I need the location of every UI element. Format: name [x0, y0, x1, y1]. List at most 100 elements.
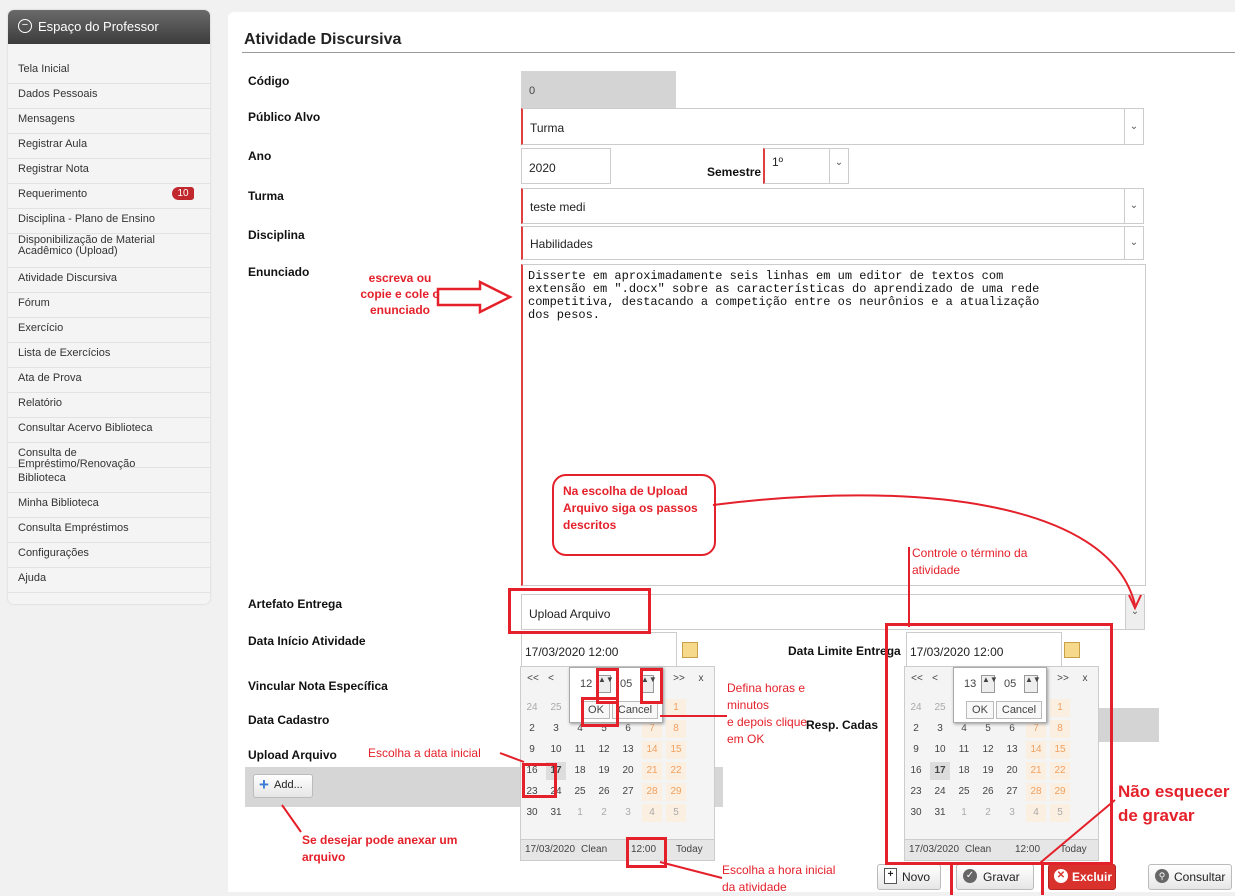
excluir-button[interactable]: ✕ Excluir: [1048, 864, 1116, 890]
calendar-day[interactable]: 3: [618, 804, 638, 822]
sidebar-item[interactable]: Biblioteca: [8, 467, 210, 493]
novo-button[interactable]: + Novo: [877, 864, 941, 890]
sidebar-item[interactable]: Consultar Acervo Biblioteca: [8, 417, 210, 443]
sidebar-item[interactable]: Ata de Prova: [8, 367, 210, 393]
turma-select[interactable]: teste medi ⌄: [521, 188, 1144, 224]
calendar-nav-button[interactable]: <: [543, 673, 559, 684]
codigo-value: 0: [529, 85, 536, 97]
calendar-day[interactable]: 28: [642, 783, 662, 801]
sidebar-item-label: Ata de Prova: [18, 372, 82, 384]
sidebar-item-label: Atividade Discursiva: [18, 272, 118, 284]
calendar-day[interactable]: 22: [666, 762, 686, 780]
data-inicio-label: Data Início Atividade: [248, 634, 366, 648]
calendar-day[interactable]: 27: [618, 783, 638, 801]
sidebar-title: Espaço do Professor: [38, 19, 159, 34]
calendar-day[interactable]: 15: [666, 741, 686, 759]
sidebar-item[interactable]: Consulta Empréstimos: [8, 517, 210, 543]
resp-cadastro-label: Resp. Cadas: [806, 718, 879, 732]
sidebar-item[interactable]: Atividade Discursiva: [8, 267, 210, 293]
sidebar-item[interactable]: Minha Biblioteca: [8, 492, 210, 518]
chevron-down-icon[interactable]: ⌄: [1124, 189, 1143, 223]
calendar-day[interactable]: 11: [570, 741, 590, 759]
chevron-down-icon[interactable]: ⌄: [1124, 227, 1143, 259]
sidebar-item[interactable]: Lista de Exercícios: [8, 342, 210, 368]
highlight-artefato: [508, 588, 651, 634]
sidebar-item-label: Disponibilização de Material Acadêmico (…: [18, 234, 155, 257]
calendar-day[interactable]: 2: [594, 804, 614, 822]
sidebar-item[interactable]: Requerimento 10: [8, 183, 210, 209]
chevron-down-icon[interactable]: ⌄: [1124, 109, 1143, 144]
calendar-day[interactable]: 25: [546, 699, 566, 717]
calendar-day[interactable]: 10: [546, 741, 566, 759]
calendar-day[interactable]: 1: [570, 804, 590, 822]
data-inicio-input[interactable]: 17/03/2020 12:00: [521, 632, 677, 668]
sidebar-item[interactable]: Tela Inicial: [8, 58, 210, 84]
sidebar-item[interactable]: Relatório: [8, 392, 210, 418]
publico-alvo-select[interactable]: Turma ⌄: [521, 108, 1144, 145]
annotation-gravar: Não esquecer de gravar: [1118, 782, 1230, 825]
calendar-day[interactable]: 4: [642, 804, 662, 822]
semestre-label: Semestre: [707, 165, 762, 179]
calendar-day[interactable]: 3: [546, 720, 566, 738]
sidebar-item[interactable]: Exercício: [8, 317, 210, 343]
sidebar-item[interactable]: Registrar Aula: [8, 133, 210, 159]
sidebar-item[interactable]: Dados Pessoais: [8, 83, 210, 109]
calendar-day[interactable]: 26: [594, 783, 614, 801]
sidebar-header[interactable]: − Espaço do Professor: [8, 10, 210, 44]
calendar-day[interactable]: 9: [522, 741, 542, 759]
annotation-termino-line: [908, 547, 910, 627]
calendar-today-button[interactable]: Today: [676, 844, 703, 855]
ano-input[interactable]: 2020: [521, 148, 611, 184]
calendar-day[interactable]: 13: [618, 741, 638, 759]
artefato-entrega-label: Artefato Entrega: [248, 597, 343, 611]
sidebar-item[interactable]: Registrar Nota: [8, 158, 210, 184]
calendar-nav-button[interactable]: x: [693, 673, 709, 684]
calendar-day[interactable]: 20: [618, 762, 638, 780]
disciplina-select[interactable]: Habilidades ⌄: [521, 226, 1144, 260]
calendar-day[interactable]: 5: [666, 804, 686, 822]
semestre-select[interactable]: 1º ⌄: [763, 148, 849, 184]
calendar-clean-button[interactable]: Clean: [581, 844, 607, 855]
data-limite-label: Data Limite Entrega: [788, 644, 901, 658]
sidebar-item-label: Relatório: [18, 397, 63, 409]
highlight-day-17: [522, 763, 557, 798]
calendar-nav-button[interactable]: <<: [525, 673, 541, 684]
calendar-day[interactable]: 31: [546, 804, 566, 822]
calendar-day[interactable]: 12: [594, 741, 614, 759]
annotation-anexar: Se desejar pode anexar um arquivo: [302, 833, 458, 864]
data-inicio-value: 17/03/2020 12:00: [525, 645, 619, 659]
sidebar-item[interactable]: Disciplina - Plano de Ensino: [8, 208, 210, 234]
highlight-minute-spinner: [640, 668, 663, 704]
disciplina-value: Habilidades: [530, 237, 593, 251]
calendar-day[interactable]: 25: [570, 783, 590, 801]
calendar-day[interactable]: 14: [642, 741, 662, 759]
add-file-button[interactable]: + Add...: [253, 774, 313, 798]
calendar-day[interactable]: 2: [522, 720, 542, 738]
calendar-day[interactable]: 30: [522, 804, 542, 822]
consultar-button[interactable]: ⚲ Consultar: [1148, 864, 1232, 890]
calendar-day[interactable]: 19: [594, 762, 614, 780]
chevron-down-icon[interactable]: ⌄: [829, 149, 848, 183]
calendar-day[interactable]: 8: [666, 720, 686, 738]
calendar-day[interactable]: 21: [642, 762, 662, 780]
highlight-end-picker: [885, 623, 1113, 865]
calendar-day[interactable]: 1: [666, 699, 686, 717]
calendar-day[interactable]: 29: [666, 783, 686, 801]
minus-circle-icon[interactable]: −: [18, 19, 32, 33]
sidebar-item[interactable]: Fórum: [8, 292, 210, 318]
annotation-data-inicial: Escolha a data inicial: [368, 746, 481, 760]
calendar-day[interactable]: 24: [522, 699, 542, 717]
calendar-footer-date: 17/03/2020: [525, 844, 576, 855]
calendar-day[interactable]: 18: [570, 762, 590, 780]
sidebar-item[interactable]: Mensagens: [8, 108, 210, 134]
sidebar-item-label: Consultar Acervo Biblioteca: [18, 422, 153, 434]
sidebar-item-label: Mensagens: [18, 113, 75, 125]
calendar-icon[interactable]: [682, 642, 698, 658]
sidebar-item[interactable]: Disponibilização de Material Acadêmico (…: [8, 233, 210, 268]
sidebar-item[interactable]: Ajuda: [8, 567, 210, 593]
sidebar-item[interactable]: Configurações: [8, 542, 210, 568]
hour-value: 12: [580, 678, 593, 690]
calendar-nav-button[interactable]: >>: [671, 673, 687, 684]
notification-badge: 10: [172, 187, 194, 200]
sidebar-item[interactable]: Consulta de Empréstimo/Renovação: [8, 442, 210, 470]
